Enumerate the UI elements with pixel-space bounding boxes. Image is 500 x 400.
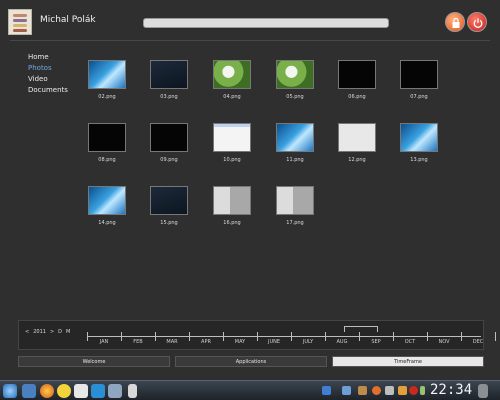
photo-filename: 15.png [160,220,178,226]
photo-filename: 10.png [223,157,241,163]
clock[interactable]: 22:34 [430,382,472,398]
photo-thumbnail[interactable] [276,123,314,152]
month-july[interactable]: JULY [291,339,325,345]
month-sep[interactable]: SEP [359,339,393,345]
month-jan[interactable]: JAN [87,339,121,345]
photo-thumbnail[interactable] [338,123,376,152]
photo-filename: 07.png [410,94,428,100]
username: Michal Polák [40,15,96,25]
update-icon[interactable] [372,386,381,395]
month-june[interactable]: JUNE [257,339,291,345]
tab-welcome[interactable]: Welcome [18,356,170,367]
month-dec[interactable]: DEC [461,339,495,345]
lock-icon [452,17,460,28]
tab-timeframe[interactable]: TimeFrame [332,356,484,367]
timeline-controls: <2011 > D M [25,329,74,335]
tool-icon[interactable] [108,384,122,398]
photo-item[interactable]: 07.png [400,60,462,100]
month-tick [495,332,496,341]
desktop-screen: Michal Polák Home Photos Video Documents… [0,0,500,380]
trash-icon[interactable] [478,384,488,398]
photo-thumbnail[interactable] [213,123,251,152]
network-icon[interactable] [385,386,394,395]
sidebar: Home Photos Video Documents [28,52,68,96]
photo-thumbnail[interactable] [213,186,251,215]
photo-filename: 09.png [160,157,178,163]
shutdown-button[interactable] [467,12,487,32]
mail-icon[interactable] [74,384,88,398]
header-divider [10,40,490,41]
prev-year-button[interactable]: < [25,329,29,335]
day-view-button[interactable]: D [58,329,62,335]
month-view-button[interactable]: M [66,329,70,335]
photo-filename: 12.png [348,157,366,163]
folder-icon[interactable] [322,386,331,395]
photo-thumbnail[interactable] [150,60,188,89]
document-icon[interactable] [128,384,137,398]
photo-thumbnail[interactable] [88,60,126,89]
clipboard-icon[interactable] [342,386,351,395]
kde-menu-icon[interactable] [3,384,17,398]
selected-month-marker [344,326,378,332]
month-aug[interactable]: AUG [325,339,359,345]
tab-applications[interactable]: Applications [175,356,327,367]
month-feb[interactable]: FEB [121,339,155,345]
photo-filename: 11.png [286,157,304,163]
timeline-axis [87,336,481,337]
sidebar-item-documents[interactable]: Documents [28,85,68,96]
month-may[interactable]: MAY [223,339,257,345]
photo-thumbnail[interactable] [276,186,314,215]
chat-icon[interactable] [57,384,71,398]
power-icon[interactable] [409,386,418,395]
photo-filename: 04.png [223,94,241,100]
power-icon [473,18,483,28]
photo-thumbnail[interactable] [276,60,314,89]
timeline: <2011 > D M JAN FEB MAR APR MAY JUNE JULY AUG SEP OC… [18,320,496,350]
month-nov[interactable]: NOV [427,339,461,345]
photo-filename: 05.png [286,94,304,100]
month-apr[interactable]: APR [189,339,223,345]
avatar[interactable] [8,9,32,35]
year-label: 2011 [33,329,46,335]
photo-filename: 02.png [98,94,116,100]
media-player-icon[interactable] [91,384,105,398]
photo-filename: 06.png [348,94,366,100]
top-bar: Michal Polák [0,0,500,42]
photo-filename: 17.png [286,220,304,226]
month-oct[interactable]: OCT [393,339,427,345]
photo-thumbnail[interactable] [150,186,188,215]
photo-filename: 14.png [98,220,116,226]
photo-item[interactable]: 17.png [276,186,338,226]
package-icon[interactable] [358,386,367,395]
photo-thumbnail[interactable] [88,123,126,152]
photo-filename: 13.png [410,157,428,163]
photo-thumbnail[interactable] [400,60,438,89]
file-manager-icon[interactable] [22,384,36,398]
photo-thumbnail[interactable] [88,186,126,215]
search-input[interactable] [143,18,389,28]
sidebar-item-video[interactable]: Video [28,74,68,85]
firefox-icon[interactable] [40,384,54,398]
sidebar-item-home[interactable]: Home [28,52,68,63]
taskbar: 22:34 [0,380,500,400]
sidebar-item-photos[interactable]: Photos [28,63,68,74]
volume-icon[interactable] [398,386,407,395]
photo-thumbnail[interactable] [150,123,188,152]
photo-thumbnail[interactable] [213,60,251,89]
battery-icon[interactable] [420,386,425,395]
photo-item[interactable]: 13.png [400,123,462,163]
photo-thumbnail[interactable] [338,60,376,89]
photo-filename: 03.png [160,94,178,100]
lock-button[interactable] [445,12,465,32]
bottom-tabs: Welcome Applications TimeFrame [18,356,484,368]
next-year-button[interactable]: > [50,329,54,335]
month-mar[interactable]: MAR [155,339,189,345]
photo-filename: 16.png [223,220,241,226]
photo-filename: 08.png [98,157,116,163]
photo-thumbnail[interactable] [400,123,438,152]
